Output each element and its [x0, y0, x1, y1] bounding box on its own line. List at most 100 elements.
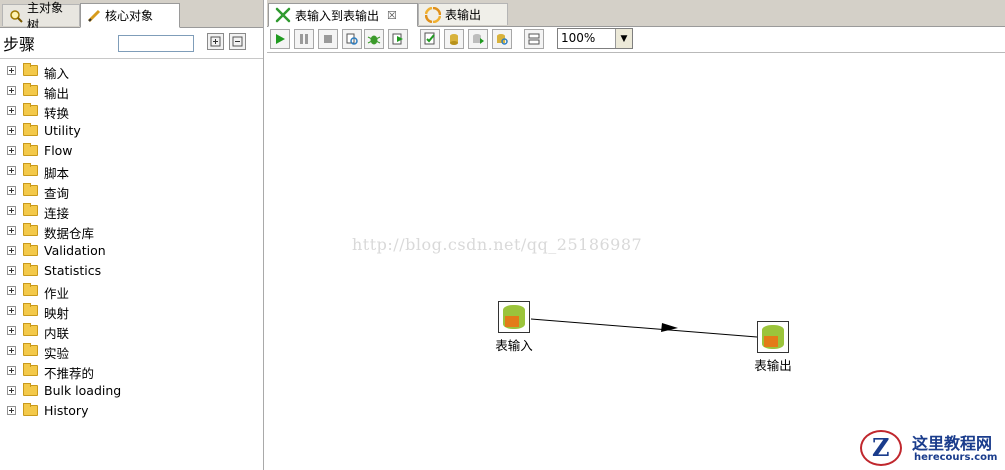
logo-letter: Z [872, 433, 890, 462]
expand-icon[interactable] [7, 246, 16, 255]
expand-icon[interactable] [7, 126, 16, 135]
tree-item[interactable]: 输入 [0, 61, 263, 81]
tree-item[interactable]: 内联 [0, 321, 263, 341]
logo-title: 这里教程网 [912, 434, 993, 453]
sql-button[interactable] [468, 29, 488, 49]
expand-icon[interactable] [7, 266, 16, 275]
replay-button[interactable] [388, 29, 408, 49]
editor-toolbar: 100% ▼ [267, 27, 1005, 53]
job-icon [425, 6, 441, 23]
tree-item[interactable]: 映射 [0, 301, 263, 321]
tree-item[interactable]: 不推荐的 [0, 361, 263, 381]
expand-all-button[interactable] [207, 33, 224, 50]
tree-item[interactable]: Utility [0, 121, 263, 141]
tree-item[interactable]: 转换 [0, 101, 263, 121]
tree-item-label: 脚本 [44, 166, 70, 181]
folder-icon [23, 83, 38, 96]
step-table-input[interactable]: 表输入 [494, 301, 534, 354]
zoom-value: 100% [561, 31, 596, 45]
preview-button[interactable] [342, 29, 362, 49]
verify-button[interactable] [420, 29, 440, 49]
hop-line[interactable] [530, 318, 758, 338]
steps-header: 步骤 [0, 28, 263, 59]
step-table-output[interactable]: 表输出 [753, 321, 793, 374]
expand-icon[interactable] [7, 66, 16, 75]
tree-item-label: Bulk loading [44, 383, 122, 398]
folder-icon [23, 223, 38, 236]
hop-layer [530, 318, 758, 338]
tree-item-label: History [44, 403, 89, 418]
tree-item[interactable]: 实验 [0, 341, 263, 361]
close-icon[interactable]: ☒ [387, 9, 397, 22]
layout-icon [528, 33, 540, 45]
tab-table-output[interactable]: 表输出 [418, 3, 508, 25]
run-button[interactable] [270, 29, 290, 49]
replay-icon [392, 33, 403, 45]
tab-core-objects[interactable]: 核心对象 [80, 3, 180, 28]
play-icon [276, 34, 285, 44]
folder-icon [23, 283, 38, 296]
magnifier-tree-icon [9, 9, 23, 23]
explore-db-button[interactable] [492, 29, 512, 49]
expand-icon[interactable] [7, 226, 16, 235]
stop-icon [324, 35, 332, 43]
transformation-canvas[interactable]: http://blog.csdn.net/qq_25186987 表输入 表输出 [267, 53, 1005, 470]
pencil-icon [87, 9, 101, 23]
expand-icon[interactable] [7, 146, 16, 155]
verify-icon [424, 32, 435, 45]
collapse-all-button[interactable] [229, 33, 246, 50]
step-label: 表输入 [495, 338, 533, 353]
preview-icon [346, 33, 358, 45]
logo-url: herecours.com [914, 452, 998, 463]
tab-label: 表输入到表输出 [295, 8, 380, 23]
tree-item[interactable]: 查询 [0, 181, 263, 201]
tree-item[interactable]: Statistics [0, 261, 263, 281]
tree-item[interactable]: 脚本 [0, 161, 263, 181]
expand-icon[interactable] [7, 326, 16, 335]
folder-icon [23, 123, 38, 136]
table-input-icon [498, 301, 530, 333]
expand-icon[interactable] [7, 366, 16, 375]
stop-button[interactable] [318, 29, 338, 49]
tree-item[interactable]: Validation [0, 241, 263, 261]
debug-button[interactable] [364, 29, 384, 49]
pause-button[interactable] [294, 29, 314, 49]
expand-icon[interactable] [7, 386, 16, 395]
tree-item[interactable]: Flow [0, 141, 263, 161]
expand-icon[interactable] [7, 186, 16, 195]
expand-icon[interactable] [7, 286, 16, 295]
tree-item[interactable]: 连接 [0, 201, 263, 221]
steps-tree: 输入 输出 转换 Utility Flow 脚本 查询 连接 数据仓库 Vali… [0, 61, 263, 421]
expand-icon[interactable] [7, 406, 16, 415]
steps-search-input[interactable] [118, 35, 194, 52]
impact-button[interactable] [444, 29, 464, 49]
zoom-select[interactable]: 100% ▼ [557, 28, 633, 49]
tree-item-label: 映射 [44, 306, 70, 321]
pause-icon [300, 34, 308, 44]
expand-icon[interactable] [7, 86, 16, 95]
tree-item-label: 数据仓库 [44, 226, 95, 241]
expand-icon[interactable] [7, 306, 16, 315]
expand-all-icon [210, 36, 221, 47]
left-tab-bar: 主对象树 核心对象 [0, 0, 263, 32]
table-output-icon [757, 321, 789, 353]
expand-icon[interactable] [7, 106, 16, 115]
tree-item[interactable]: History [0, 401, 263, 421]
layout-button[interactable] [524, 29, 544, 49]
tab-label: 表输出 [445, 8, 482, 22]
tree-item[interactable]: 输出 [0, 81, 263, 101]
folder-icon [23, 243, 38, 256]
tree-item-label: 转换 [44, 106, 70, 121]
left-panel: 主对象树 核心对象 步骤 输入 输出 转换 Utility Flow 脚本 查询… [0, 0, 264, 470]
expand-icon[interactable] [7, 206, 16, 215]
tree-item[interactable]: Bulk loading [0, 381, 263, 401]
collapse-all-icon [232, 36, 243, 47]
tree-item[interactable]: 数据仓库 [0, 221, 263, 241]
tree-item-label: 输入 [44, 66, 70, 81]
tree-item[interactable]: 作业 [0, 281, 263, 301]
chevron-down-icon[interactable]: ▼ [615, 29, 632, 48]
tab-transformation[interactable]: 表输入到表输出 ☒ [268, 3, 418, 27]
tab-main-object-tree[interactable]: 主对象树 [2, 1, 80, 32]
expand-icon[interactable] [7, 346, 16, 355]
expand-icon[interactable] [7, 166, 16, 175]
